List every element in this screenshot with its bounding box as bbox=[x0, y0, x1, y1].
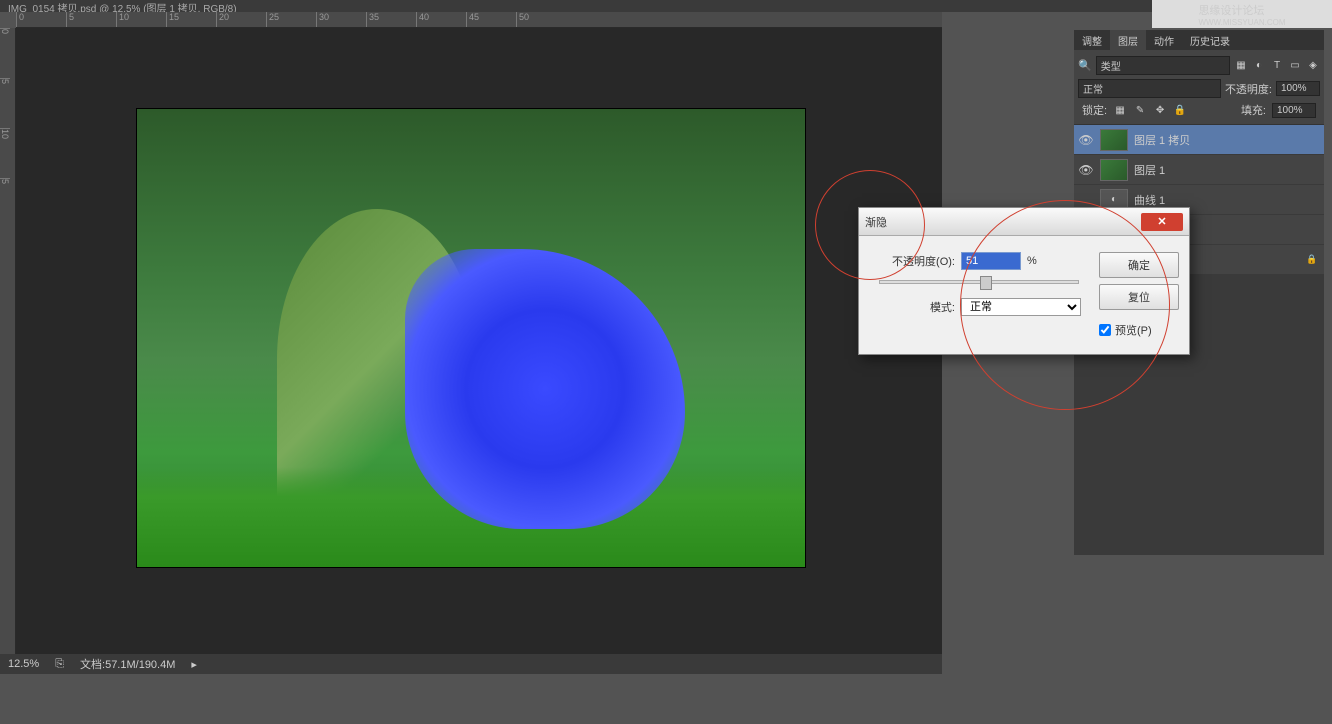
layer-thumb[interactable] bbox=[1100, 159, 1128, 181]
opacity-label: 不透明度: bbox=[1225, 81, 1272, 97]
layer-name: 图层 1 bbox=[1134, 162, 1320, 178]
fill-label: 填充: bbox=[1241, 102, 1266, 118]
slider-thumb[interactable] bbox=[980, 276, 992, 290]
search-icon[interactable]: 🔍 bbox=[1078, 59, 1092, 72]
export-icon[interactable]: ⎘ bbox=[55, 658, 64, 671]
layer-name: 图层 1 拷贝 bbox=[1134, 132, 1320, 148]
filter-shape-icon[interactable]: ▭ bbox=[1288, 59, 1302, 73]
filter-text-icon[interactable]: T bbox=[1270, 59, 1284, 73]
mode-label: 模式: bbox=[869, 299, 955, 315]
panel-tabs: 调整 图层 动作 历史记录 bbox=[1074, 30, 1324, 50]
layer-name: 曲线 1 bbox=[1134, 192, 1320, 208]
fill-value[interactable]: 100% bbox=[1272, 103, 1316, 118]
opacity-slider[interactable] bbox=[879, 280, 1079, 284]
filter-pixel-icon[interactable]: ▦ bbox=[1234, 59, 1248, 73]
layer-thumb[interactable] bbox=[1100, 129, 1128, 151]
filter-type-dropdown[interactable]: 类型 bbox=[1096, 56, 1230, 75]
dialog-title-bar[interactable]: 渐隐 ✕ bbox=[859, 208, 1189, 236]
ok-button[interactable]: 确定 bbox=[1099, 252, 1179, 278]
document-canvas[interactable] bbox=[136, 108, 806, 568]
lock-icon[interactable]: 🔒 bbox=[1173, 103, 1187, 117]
doc-size: 文档:57.1M/190.4M bbox=[80, 656, 175, 672]
lock-all-icon[interactable]: ▦ bbox=[1113, 103, 1127, 117]
tab-adjust[interactable]: 调整 bbox=[1074, 30, 1110, 50]
preview-label: 预览(P) bbox=[1115, 322, 1152, 338]
lock-label: 锁定: bbox=[1082, 102, 1107, 118]
filter-smart-icon[interactable]: ◈ bbox=[1306, 59, 1320, 73]
opacity-input[interactable] bbox=[961, 252, 1021, 270]
ruler-horizontal: 05101520253035404550 bbox=[16, 12, 942, 28]
percent-label: % bbox=[1027, 255, 1037, 267]
lock-brush-icon[interactable]: ✎ bbox=[1133, 103, 1147, 117]
image-content bbox=[137, 467, 805, 567]
zoom-level[interactable]: 12.5% bbox=[8, 658, 39, 670]
document-title-bar: IMG_0154 拷贝.psd @ 12.5% (图层 1 拷贝, RGB/8) bbox=[0, 0, 1332, 12]
eye-icon[interactable]: 👁 bbox=[1078, 133, 1094, 147]
blend-mode-dropdown[interactable]: 正常 bbox=[1078, 79, 1221, 98]
opacity-label: 不透明度(O): bbox=[869, 253, 955, 269]
layer-item[interactable]: 👁 图层 1 bbox=[1074, 155, 1324, 185]
mode-select[interactable]: 正常 bbox=[961, 298, 1081, 316]
filter-adjust-icon[interactable]: ◐ bbox=[1252, 59, 1266, 73]
dialog-title: 渐隐 bbox=[865, 214, 887, 230]
eye-icon[interactable]: 👁 bbox=[1078, 163, 1094, 177]
tab-history[interactable]: 历史记录 bbox=[1182, 30, 1238, 50]
status-arrow-icon[interactable]: ▸ bbox=[191, 658, 197, 671]
close-button[interactable]: ✕ bbox=[1141, 213, 1183, 231]
lock-icon: 🔒 bbox=[1306, 254, 1320, 265]
fade-dialog: 渐隐 ✕ 不透明度(O): % 模式: 正常 确定 复位 bbox=[858, 207, 1190, 355]
opacity-value[interactable]: 100% bbox=[1276, 81, 1320, 96]
preview-checkbox[interactable] bbox=[1099, 324, 1111, 336]
tab-layers[interactable]: 图层 bbox=[1110, 30, 1146, 50]
watermark: 思缘设计论坛 WWW.MISSYUAN.COM bbox=[1152, 0, 1332, 28]
lock-move-icon[interactable]: ✥ bbox=[1153, 103, 1167, 117]
ruler-vertical: 05105 bbox=[0, 28, 16, 654]
layer-item[interactable]: 👁 图层 1 拷贝 bbox=[1074, 125, 1324, 155]
status-bar: 12.5% ⎘ 文档:57.1M/190.4M ▸ bbox=[0, 654, 942, 674]
tab-actions[interactable]: 动作 bbox=[1146, 30, 1182, 50]
reset-button[interactable]: 复位 bbox=[1099, 284, 1179, 310]
canvas-area[interactable] bbox=[16, 28, 942, 654]
